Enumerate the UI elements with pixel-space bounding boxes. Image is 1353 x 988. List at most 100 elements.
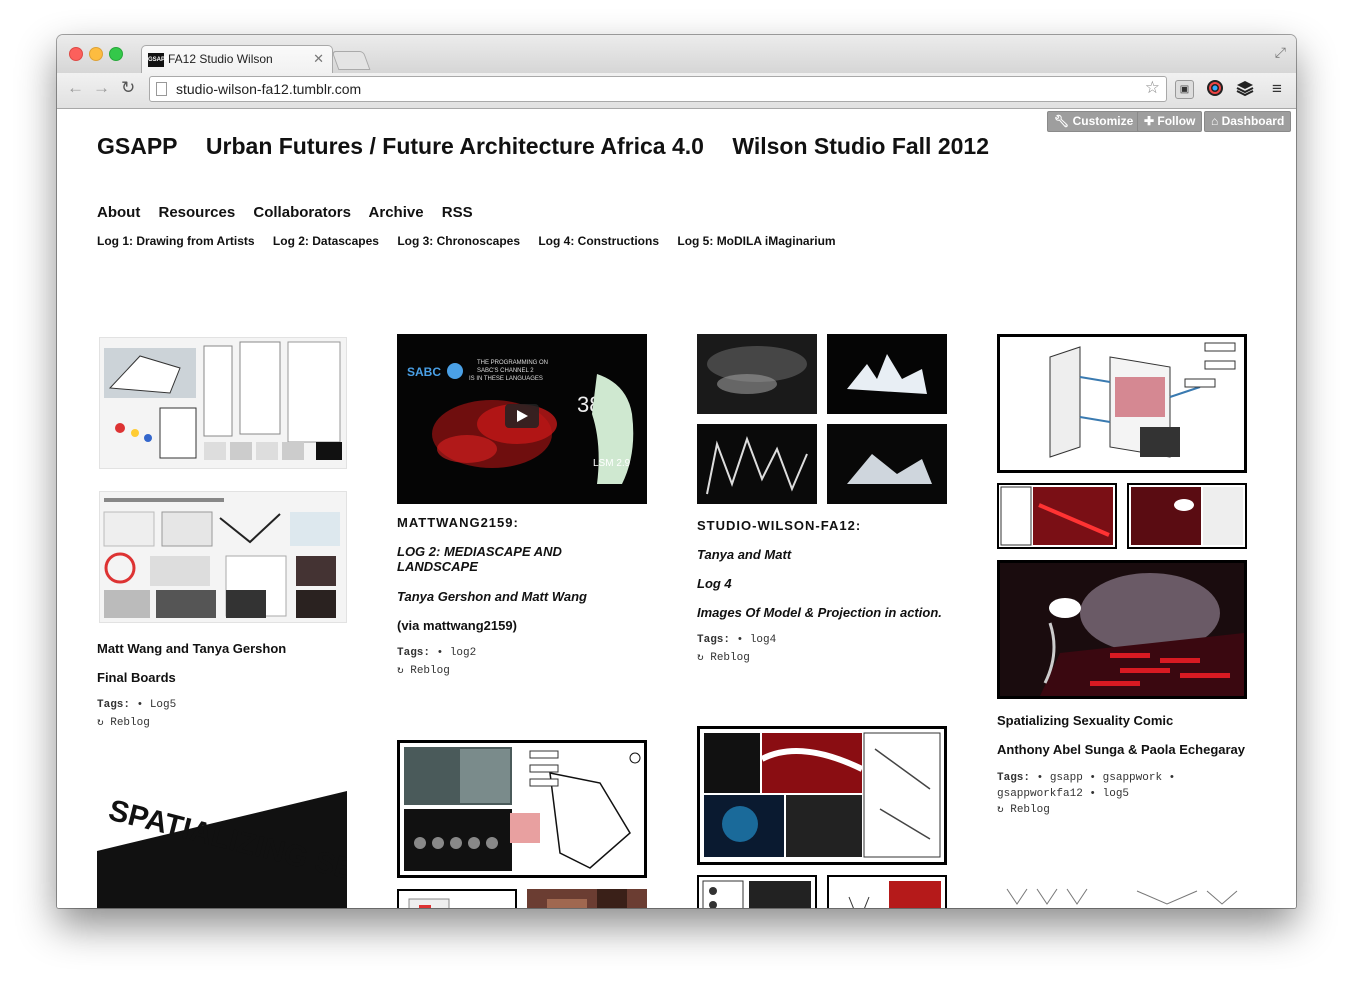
log-3-link[interactable]: Log 3: Chronoscapes bbox=[397, 234, 520, 248]
fullscreen-icon[interactable]: ⤢ bbox=[1275, 44, 1286, 61]
video-text-3: IS IN THESE LANGUAGES bbox=[469, 376, 543, 382]
wrench-icon: 🔧︎ bbox=[1054, 114, 1073, 128]
dashboard-button[interactable]: ⌂ Dashboard bbox=[1204, 111, 1292, 132]
address-bar[interactable]: studio-wilson-fa12.tumblr.com ☆ bbox=[149, 76, 1167, 102]
post1-tags-label: Tags: bbox=[97, 699, 131, 711]
spatializing-sexuality-poster[interactable]: SPATIALIZING SEXUALITY bbox=[97, 791, 347, 908]
site-title[interactable]: Urban Futures / Future Architecture Afri… bbox=[206, 133, 704, 159]
reblog-icon: ↻ bbox=[397, 665, 411, 677]
new-tab-button[interactable] bbox=[331, 51, 371, 70]
post4-tags-label: Tags: bbox=[997, 772, 1031, 784]
web-page: 🔧︎ Customize ✚ Follow ⌂ Dashboard GSAPP … bbox=[57, 109, 1296, 908]
post3-line3: Images Of Model & Projection in action. bbox=[697, 605, 942, 620]
post4-tags: Tags: • gsapp • gsappwork • gsappworkfa1… bbox=[997, 770, 1247, 802]
tab-close-icon[interactable]: ✕ bbox=[313, 51, 324, 67]
post3-tags-label: Tags: bbox=[697, 634, 731, 646]
post1-subtitle: Final Boards bbox=[97, 670, 176, 685]
browser-toolbar: ← → ↻ studio-wilson-fa12.tumblr.com ☆ ▣ … bbox=[57, 73, 1296, 109]
post4-names: Anthony Abel Sunga & Paola Echegaray bbox=[997, 742, 1246, 757]
page-icon bbox=[156, 82, 167, 96]
browser-tab[interactable]: GSAPP FA12 Studio Wilson ✕ bbox=[141, 45, 333, 74]
reblog-icon: ↻ bbox=[97, 717, 111, 729]
close-window-button[interactable] bbox=[69, 47, 83, 61]
home-icon: ⌂ bbox=[1211, 114, 1222, 128]
video-lsm: LSM 2.9 bbox=[593, 458, 631, 469]
model-photo-3[interactable] bbox=[697, 424, 817, 504]
nav-resources[interactable]: Resources bbox=[159, 204, 236, 221]
comic-thumb-1[interactable] bbox=[997, 483, 1117, 549]
minimize-window-button[interactable] bbox=[89, 47, 103, 61]
post1-reblog-label: Reblog bbox=[110, 717, 150, 729]
tab-title: FA12 Studio Wilson bbox=[168, 52, 273, 66]
bookmark-star-icon[interactable]: ☆ bbox=[1145, 78, 1160, 98]
post1-tags: Tags: • Log5 bbox=[97, 699, 176, 711]
plus-icon: ✚ bbox=[1144, 114, 1158, 128]
post2-names: Tanya Gershon and Matt Wang bbox=[397, 589, 587, 604]
nav-about[interactable]: About bbox=[97, 204, 140, 221]
video-text-1: THE PROGRAMMING ON bbox=[477, 360, 548, 366]
post2-author[interactable]: MATTWANG2159: bbox=[397, 515, 519, 530]
video-thumbnail[interactable]: SABC THE PROGRAMMING ON SABC'S CHANNEL 2… bbox=[397, 334, 647, 504]
nav-archive[interactable]: Archive bbox=[369, 204, 424, 221]
reblog-icon: ↻ bbox=[697, 652, 711, 664]
nav-collaborators[interactable]: Collaborators bbox=[253, 204, 351, 221]
model-photo-1[interactable] bbox=[697, 334, 817, 414]
log-5-link[interactable]: Log 5: MoDILA iMaginarium bbox=[677, 234, 835, 248]
comic-thumb-2[interactable] bbox=[1127, 483, 1247, 549]
site-logo[interactable]: GSAPP bbox=[97, 133, 178, 159]
comic-scene[interactable] bbox=[997, 560, 1247, 699]
nav-rss[interactable]: RSS bbox=[442, 204, 473, 221]
customize-button[interactable]: 🔧︎ Customize bbox=[1047, 111, 1141, 132]
post4-title: Spatializing Sexuality Comic bbox=[997, 713, 1174, 728]
comic-page-1[interactable] bbox=[697, 726, 947, 865]
reload-icon[interactable]: ↻ bbox=[121, 78, 135, 98]
color-picker-icon[interactable] bbox=[1205, 79, 1225, 99]
post4-reblog[interactable]: ↻ Reblog bbox=[997, 802, 1050, 816]
site-subtitle[interactable]: Wilson Studio Fall 2012 bbox=[732, 133, 989, 159]
model-photo-4[interactable] bbox=[827, 424, 947, 504]
post2-reblog[interactable]: ↻ Reblog bbox=[397, 663, 450, 677]
reblog-icon: ↻ bbox=[997, 804, 1011, 816]
post3-tags: Tags: • log4 bbox=[697, 634, 776, 646]
comic-diagram[interactable] bbox=[997, 334, 1247, 473]
board-image-1[interactable] bbox=[99, 337, 347, 469]
site-header: GSAPP Urban Futures / Future Architectur… bbox=[97, 133, 1011, 160]
post3-reblog-label: Reblog bbox=[710, 652, 750, 664]
post2-tags-label: Tags: bbox=[397, 647, 431, 659]
customize-label: Customize bbox=[1072, 114, 1134, 128]
comic-page-3[interactable] bbox=[827, 875, 947, 908]
extension-icon[interactable]: ▣ bbox=[1175, 80, 1194, 99]
url-text: studio-wilson-fa12.tumblr.com bbox=[176, 81, 362, 97]
sketch-image[interactable] bbox=[997, 879, 1247, 908]
follow-button[interactable]: ✚ Follow bbox=[1137, 111, 1203, 132]
post3-author[interactable]: STUDIO-WILSON-FA12: bbox=[697, 518, 861, 533]
diagram-image-1[interactable] bbox=[397, 740, 647, 878]
video-channel: SABC bbox=[407, 365, 441, 379]
post1-reblog[interactable]: ↻ Reblog bbox=[97, 715, 150, 729]
post2-via[interactable]: (via mattwang2159) bbox=[397, 618, 517, 633]
post2-tag-log2[interactable]: • log2 bbox=[437, 647, 477, 659]
post3-tag-log4[interactable]: • log4 bbox=[737, 634, 777, 646]
log-1-link[interactable]: Log 1: Drawing from Artists bbox=[97, 234, 255, 248]
diagram-image-2[interactable] bbox=[397, 889, 517, 908]
log-2-link[interactable]: Log 2: Datascapes bbox=[273, 234, 379, 248]
post3-line2: Log 4 bbox=[697, 576, 732, 591]
comic-page-2[interactable] bbox=[697, 875, 817, 908]
photo-image[interactable] bbox=[527, 889, 647, 908]
maximize-window-button[interactable] bbox=[109, 47, 123, 61]
post3-line1: Tanya and Matt bbox=[697, 547, 792, 562]
log-4-link[interactable]: Log 4: Constructions bbox=[538, 234, 659, 248]
post1-title: Matt Wang and Tanya Gershon bbox=[97, 641, 287, 656]
post1-tag-log5[interactable]: • Log5 bbox=[137, 699, 177, 711]
dashboard-label: Dashboard bbox=[1221, 114, 1285, 128]
menu-icon[interactable]: ≡ bbox=[1267, 79, 1287, 99]
model-photo-2[interactable] bbox=[827, 334, 947, 414]
title-bar: GSAPP FA12 Studio Wilson ✕ ⤢ bbox=[57, 35, 1296, 74]
follow-label: Follow bbox=[1157, 114, 1196, 128]
forward-icon[interactable]: → bbox=[93, 78, 110, 98]
post3-reblog[interactable]: ↻ Reblog bbox=[697, 650, 750, 664]
board-image-2[interactable] bbox=[99, 491, 347, 623]
post4-reblog-label: Reblog bbox=[1010, 804, 1050, 816]
layers-icon[interactable] bbox=[1235, 79, 1255, 99]
back-icon[interactable]: ← bbox=[67, 78, 84, 98]
